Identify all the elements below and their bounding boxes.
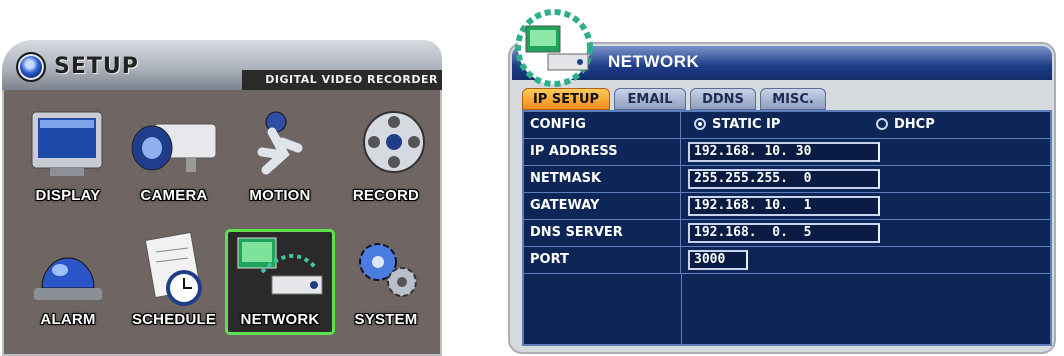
dhcp-radio[interactable] <box>876 118 888 130</box>
menu-alarm-label: ALARM <box>40 311 96 328</box>
notepad-clock-icon <box>144 232 202 306</box>
port-field[interactable]: 3000 <box>688 250 748 270</box>
menu-camera-label: CAMERA <box>140 187 208 204</box>
netmask-label: NETMASK <box>524 166 681 192</box>
menu-display[interactable]: DISPLAY <box>16 108 120 208</box>
menu-record[interactable]: RECORD <box>334 108 438 208</box>
film-reel-icon <box>363 111 425 173</box>
dhcp-label[interactable]: DHCP <box>894 115 935 135</box>
row-gateway: GATEWAY 192.168. 10. 1 <box>524 193 1050 220</box>
ip-address-label: IP ADDRESS <box>524 139 681 165</box>
menu-record-label: RECORD <box>352 187 420 204</box>
network-logo-icon <box>515 9 593 87</box>
row-dns-server: DNS SERVER 192.168. 0. 5 <box>524 220 1050 247</box>
setup-menu-panel: SETUP DIGITAL VIDEO RECORDER DISPLAY CAM… <box>2 40 442 356</box>
menu-network[interactable]: NETWORK <box>225 229 335 335</box>
dns-server-label: DNS SERVER <box>524 220 681 246</box>
network-dialog: NETWORK IP SETUP EMAIL DDNS MISC. CONFIG… <box>508 8 1064 356</box>
row-ip-address: IP ADDRESS 192.168. 10. 30 <box>524 139 1050 166</box>
row-netmask: NETMASK 255.255.255. 0 <box>524 166 1050 193</box>
static-ip-radio[interactable] <box>694 118 706 130</box>
dialog-title: NETWORK <box>608 52 700 71</box>
tab-misc[interactable]: MISC. <box>760 88 826 110</box>
siren-dome-icon <box>34 257 102 300</box>
setup-title: SETUP <box>54 54 139 79</box>
menu-alarm[interactable]: ALARM <box>16 232 120 332</box>
port-label: PORT <box>524 247 681 273</box>
menu-motion-label: MOTION <box>249 187 311 204</box>
networked-computers-icon <box>237 237 323 295</box>
netmask-field[interactable]: 255.255.255. 0 <box>688 169 880 189</box>
menu-system-label: SYSTEM <box>354 311 418 328</box>
tab-ip-setup[interactable]: IP SETUP <box>522 88 610 110</box>
menu-schedule[interactable]: SCHEDULE <box>122 232 226 332</box>
menu-camera[interactable]: CAMERA <box>122 108 226 208</box>
monitor-icon <box>31 111 103 176</box>
ip-setup-table: CONFIG STATIC IP DHCP IP ADDRESS 192.168… <box>522 110 1052 346</box>
menu-display-label: DISPLAY <box>35 187 101 204</box>
menu-schedule-label: SCHEDULE <box>131 311 217 328</box>
setup-knob-icon <box>16 52 46 82</box>
setup-menu-grid: DISPLAY CAMERA MOTION RECORD ALARM SCHED… <box>2 90 442 356</box>
gateway-label: GATEWAY <box>524 193 681 219</box>
camera-icon <box>131 123 217 172</box>
dns-server-field[interactable]: 192.168. 0. 5 <box>688 223 880 243</box>
setup-subtitle: DIGITAL VIDEO RECORDER <box>265 73 438 86</box>
config-options: STATIC IP DHCP <box>688 115 1028 135</box>
menu-network-label: NETWORK <box>240 311 320 328</box>
static-ip-label[interactable]: STATIC IP <box>712 115 780 135</box>
menu-motion[interactable]: MOTION <box>228 108 332 208</box>
gateway-field[interactable]: 192.168. 10. 1 <box>688 196 880 216</box>
menu-system[interactable]: SYSTEM <box>334 232 438 332</box>
row-port: PORT 3000 <box>524 247 1050 274</box>
tab-ddns[interactable]: DDNS <box>690 88 756 110</box>
running-person-icon <box>257 111 303 175</box>
gears-icon <box>359 243 417 297</box>
row-config: CONFIG STATIC IP DHCP <box>524 112 1050 139</box>
column-divider <box>681 274 682 344</box>
config-label: CONFIG <box>524 112 681 138</box>
ip-address-field[interactable]: 192.168. 10. 30 <box>688 142 880 162</box>
tab-email[interactable]: EMAIL <box>614 88 686 110</box>
